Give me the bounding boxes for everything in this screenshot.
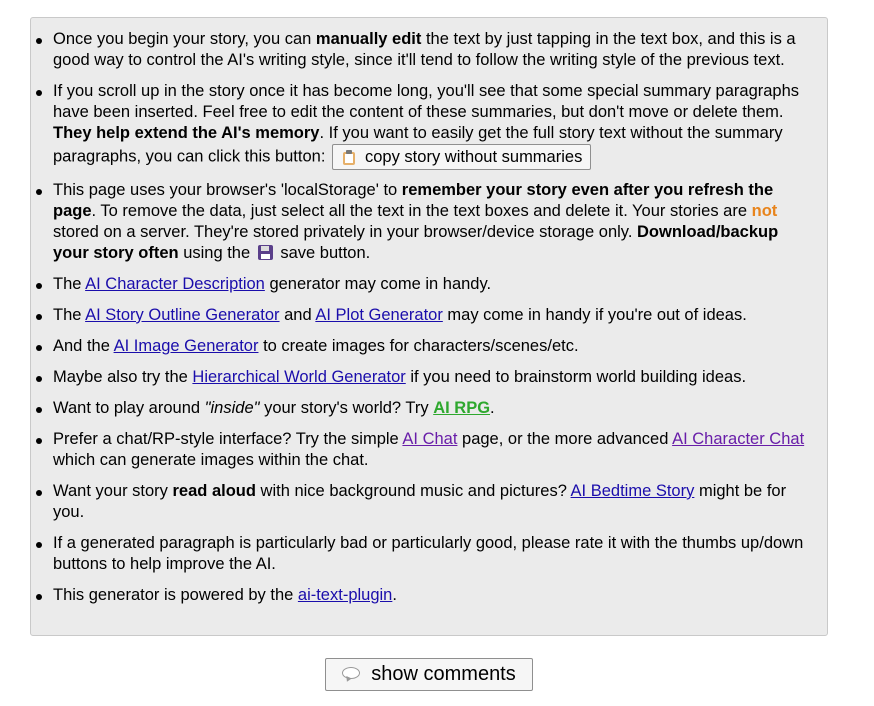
- copy-button-label: copy story without summaries: [365, 147, 583, 166]
- list-item: If you scroll up in the story once it ha…: [36, 81, 815, 170]
- tip-text: Want to play around: [53, 399, 205, 417]
- list-item: Once you begin your story, you can manua…: [36, 29, 815, 71]
- tip-text: The: [53, 306, 86, 324]
- tip-text: with nice background music and pictures?: [255, 482, 571, 500]
- list-item: This generator is powered by the ai-text…: [36, 585, 815, 606]
- ai-plot-generator-link[interactable]: AI Plot Generator: [315, 306, 442, 324]
- list-item: Want to play around "inside" your story'…: [36, 398, 815, 419]
- clipboard-icon: [343, 149, 355, 165]
- tip-text: This generator is powered by the: [53, 586, 298, 604]
- ai-chat-link[interactable]: AI Chat: [402, 430, 457, 448]
- list-item: Maybe also try the Hierarchical World Ge…: [36, 367, 815, 388]
- ai-character-description-link[interactable]: AI Character Description: [85, 275, 265, 293]
- tip-text: using the: [178, 244, 255, 262]
- tip-text: to create images for characters/scenes/e…: [258, 337, 579, 355]
- tip-text: may come in handy if you're out of ideas…: [442, 306, 747, 324]
- list-item: And the AI Image Generator to create ima…: [36, 336, 815, 357]
- tip-bold-text: manually edit: [315, 30, 422, 48]
- tip-text: generator may come in handy.: [264, 275, 492, 293]
- ai-text-plugin-link[interactable]: ai-text-plugin: [298, 586, 392, 604]
- ai-character-chat-link[interactable]: AI Character Chat: [672, 430, 804, 448]
- tip-bold-text: They help extend the AI's memory: [53, 124, 320, 142]
- list-item: The AI Character Description generator m…: [36, 274, 815, 295]
- ai-rpg-link[interactable]: AI RPG: [433, 399, 490, 417]
- hierarchical-world-generator-link[interactable]: Hierarchical World Generator: [192, 368, 405, 386]
- list-item: Prefer a chat/RP-style interface? Try th…: [36, 429, 815, 471]
- tip-text: Prefer a chat/RP-style interface? Try th…: [53, 430, 403, 448]
- tip-text: And the: [53, 337, 114, 355]
- show-comments-button[interactable]: show comments: [325, 658, 533, 691]
- tip-text: Want your story: [53, 482, 173, 500]
- tip-text: . To remove the data, just select all th…: [91, 202, 752, 220]
- speech-bubble-icon: [342, 666, 362, 683]
- tip-text: If a generated paragraph is particularly…: [53, 534, 804, 573]
- copy-story-without-summaries-button[interactable]: copy story without summaries: [332, 144, 592, 170]
- tips-list: Once you begin your story, you can manua…: [31, 18, 827, 606]
- tip-text: which can generate images within the cha…: [53, 451, 369, 469]
- tip-text: .: [392, 586, 397, 604]
- not-highlight: not: [751, 202, 778, 220]
- tip-text: Once you begin your story, you can: [53, 30, 316, 48]
- tip-text: if you need to brainstorm world building…: [405, 368, 747, 386]
- ai-bedtime-story-link[interactable]: AI Bedtime Story: [571, 482, 695, 500]
- tip-text: If you scroll up in the story once it ha…: [53, 82, 800, 121]
- tip-text: save button.: [275, 244, 371, 262]
- tip-italic-text: "inside": [204, 399, 260, 417]
- tips-panel: Once you begin your story, you can manua…: [30, 17, 828, 636]
- tip-text: page, or the more advanced: [457, 430, 673, 448]
- list-item: If a generated paragraph is particularly…: [36, 533, 815, 575]
- tip-text: Maybe also try the: [53, 368, 193, 386]
- tip-bold-text: read aloud: [172, 482, 256, 500]
- floppy-disk-icon: [257, 245, 273, 260]
- tip-text: .: [490, 399, 495, 417]
- show-comments-label: show comments: [371, 663, 516, 685]
- tip-text: stored on a server. They're stored priva…: [53, 223, 637, 241]
- list-item: The AI Story Outline Generator and AI Pl…: [36, 305, 815, 326]
- tip-text: and: [279, 306, 316, 324]
- ai-image-generator-link[interactable]: AI Image Generator: [114, 337, 259, 355]
- tip-text: This page uses your browser's 'localStor…: [53, 181, 402, 199]
- tip-text: your story's world? Try: [259, 399, 434, 417]
- list-item: Want your story read aloud with nice bac…: [36, 481, 815, 523]
- tip-text: The: [53, 275, 86, 293]
- ai-story-outline-generator-link[interactable]: AI Story Outline Generator: [85, 306, 279, 324]
- list-item: This page uses your browser's 'localStor…: [36, 180, 815, 264]
